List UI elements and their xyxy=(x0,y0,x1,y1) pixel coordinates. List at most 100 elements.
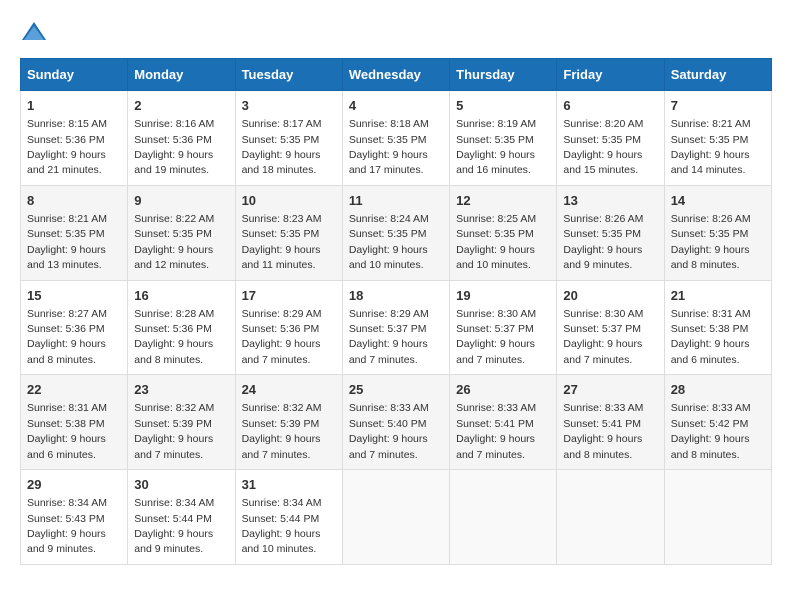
day-number: 1 xyxy=(27,97,121,115)
day-info: Sunrise: 8:21 AM Sunset: 5:35 PM Dayligh… xyxy=(27,213,107,271)
day-info: Sunrise: 8:26 AM Sunset: 5:35 PM Dayligh… xyxy=(671,213,751,271)
day-number: 16 xyxy=(134,287,228,305)
week-row-4: 22 Sunrise: 8:31 AM Sunset: 5:38 PM Dayli… xyxy=(21,375,772,470)
day-number: 17 xyxy=(242,287,336,305)
calendar-cell: 18 Sunrise: 8:29 AM Sunset: 5:37 PM Dayli… xyxy=(342,280,449,375)
day-info: Sunrise: 8:22 AM Sunset: 5:35 PM Dayligh… xyxy=(134,213,214,271)
day-number: 11 xyxy=(349,192,443,210)
day-number: 2 xyxy=(134,97,228,115)
week-row-2: 8 Sunrise: 8:21 AM Sunset: 5:35 PM Daylig… xyxy=(21,185,772,280)
day-number: 19 xyxy=(456,287,550,305)
day-info: Sunrise: 8:19 AM Sunset: 5:35 PM Dayligh… xyxy=(456,118,536,176)
day-number: 27 xyxy=(563,381,657,399)
calendar-cell: 15 Sunrise: 8:27 AM Sunset: 5:36 PM Dayli… xyxy=(21,280,128,375)
calendar-cell: 10 Sunrise: 8:23 AM Sunset: 5:35 PM Dayli… xyxy=(235,185,342,280)
day-number: 12 xyxy=(456,192,550,210)
day-number: 7 xyxy=(671,97,765,115)
calendar-cell: 21 Sunrise: 8:31 AM Sunset: 5:38 PM Dayli… xyxy=(664,280,771,375)
day-number: 25 xyxy=(349,381,443,399)
calendar-cell: 11 Sunrise: 8:24 AM Sunset: 5:35 PM Dayli… xyxy=(342,185,449,280)
day-number: 26 xyxy=(456,381,550,399)
calendar-cell: 5 Sunrise: 8:19 AM Sunset: 5:35 PM Daylig… xyxy=(450,91,557,186)
day-info: Sunrise: 8:30 AM Sunset: 5:37 PM Dayligh… xyxy=(563,308,643,366)
calendar-cell: 12 Sunrise: 8:25 AM Sunset: 5:35 PM Dayli… xyxy=(450,185,557,280)
day-info: Sunrise: 8:34 AM Sunset: 5:44 PM Dayligh… xyxy=(134,497,214,555)
day-info: Sunrise: 8:27 AM Sunset: 5:36 PM Dayligh… xyxy=(27,308,107,366)
day-number: 6 xyxy=(563,97,657,115)
calendar-body: 1 Sunrise: 8:15 AM Sunset: 5:36 PM Daylig… xyxy=(21,91,772,565)
header xyxy=(20,20,772,42)
day-info: Sunrise: 8:15 AM Sunset: 5:36 PM Dayligh… xyxy=(27,118,107,176)
calendar-cell xyxy=(557,470,664,565)
day-info: Sunrise: 8:33 AM Sunset: 5:41 PM Dayligh… xyxy=(563,402,643,460)
calendar-cell: 26 Sunrise: 8:33 AM Sunset: 5:41 PM Dayli… xyxy=(450,375,557,470)
day-info: Sunrise: 8:31 AM Sunset: 5:38 PM Dayligh… xyxy=(27,402,107,460)
day-info: Sunrise: 8:23 AM Sunset: 5:35 PM Dayligh… xyxy=(242,213,322,271)
day-info: Sunrise: 8:34 AM Sunset: 5:44 PM Dayligh… xyxy=(242,497,322,555)
calendar-cell: 16 Sunrise: 8:28 AM Sunset: 5:36 PM Dayli… xyxy=(128,280,235,375)
day-info: Sunrise: 8:20 AM Sunset: 5:35 PM Dayligh… xyxy=(563,118,643,176)
header-monday: Monday xyxy=(128,59,235,91)
calendar-cell: 7 Sunrise: 8:21 AM Sunset: 5:35 PM Daylig… xyxy=(664,91,771,186)
calendar-cell: 24 Sunrise: 8:32 AM Sunset: 5:39 PM Dayli… xyxy=(235,375,342,470)
week-row-1: 1 Sunrise: 8:15 AM Sunset: 5:36 PM Daylig… xyxy=(21,91,772,186)
logo-icon xyxy=(20,20,48,42)
day-number: 13 xyxy=(563,192,657,210)
header-thursday: Thursday xyxy=(450,59,557,91)
calendar-cell xyxy=(342,470,449,565)
calendar-cell: 14 Sunrise: 8:26 AM Sunset: 5:35 PM Dayli… xyxy=(664,185,771,280)
day-number: 10 xyxy=(242,192,336,210)
day-info: Sunrise: 8:21 AM Sunset: 5:35 PM Dayligh… xyxy=(671,118,751,176)
day-info: Sunrise: 8:24 AM Sunset: 5:35 PM Dayligh… xyxy=(349,213,429,271)
day-info: Sunrise: 8:28 AM Sunset: 5:36 PM Dayligh… xyxy=(134,308,214,366)
calendar-cell: 31Sunrise: 8:34 AM Sunset: 5:44 PM Dayli… xyxy=(235,470,342,565)
day-number: 22 xyxy=(27,381,121,399)
calendar-cell: 4Sunrise: 8:18 AM Sunset: 5:35 PM Daylig… xyxy=(342,91,449,186)
day-number: 21 xyxy=(671,287,765,305)
week-row-5: 29 Sunrise: 8:34 AM Sunset: 5:43 PM Dayli… xyxy=(21,470,772,565)
calendar-cell xyxy=(450,470,557,565)
day-info: Sunrise: 8:16 AM Sunset: 5:36 PM Dayligh… xyxy=(134,118,214,176)
header-saturday: Saturday xyxy=(664,59,771,91)
week-row-3: 15 Sunrise: 8:27 AM Sunset: 5:36 PM Dayli… xyxy=(21,280,772,375)
calendar-cell: 1 Sunrise: 8:15 AM Sunset: 5:36 PM Daylig… xyxy=(21,91,128,186)
day-number: 28 xyxy=(671,381,765,399)
day-info: Sunrise: 8:25 AM Sunset: 5:35 PM Dayligh… xyxy=(456,213,536,271)
day-number: 3 xyxy=(242,97,336,115)
day-info: Sunrise: 8:29 AM Sunset: 5:37 PM Dayligh… xyxy=(349,308,429,366)
day-number: 5 xyxy=(456,97,550,115)
day-info: Sunrise: 8:17 AM Sunset: 5:35 PM Dayligh… xyxy=(242,118,322,176)
calendar-cell: 6 Sunrise: 8:20 AM Sunset: 5:35 PM Daylig… xyxy=(557,91,664,186)
day-number: 29 xyxy=(27,476,121,494)
calendar-cell: 22 Sunrise: 8:31 AM Sunset: 5:38 PM Dayli… xyxy=(21,375,128,470)
day-number: 18 xyxy=(349,287,443,305)
day-info: Sunrise: 8:29 AM Sunset: 5:36 PM Dayligh… xyxy=(242,308,322,366)
day-info: Sunrise: 8:32 AM Sunset: 5:39 PM Dayligh… xyxy=(242,402,322,460)
calendar-cell: 9 Sunrise: 8:22 AM Sunset: 5:35 PM Daylig… xyxy=(128,185,235,280)
header-wednesday: Wednesday xyxy=(342,59,449,91)
header-sunday: Sunday xyxy=(21,59,128,91)
day-number: 14 xyxy=(671,192,765,210)
calendar-cell: 17 Sunrise: 8:29 AM Sunset: 5:36 PM Dayli… xyxy=(235,280,342,375)
calendar-cell: 30Sunrise: 8:34 AM Sunset: 5:44 PM Dayli… xyxy=(128,470,235,565)
day-info: Sunrise: 8:34 AM Sunset: 5:43 PM Dayligh… xyxy=(27,497,107,555)
day-number: 20 xyxy=(563,287,657,305)
calendar-cell: 2 Sunrise: 8:16 AM Sunset: 5:36 PM Daylig… xyxy=(128,91,235,186)
calendar-cell: 25Sunrise: 8:33 AM Sunset: 5:40 PM Dayli… xyxy=(342,375,449,470)
calendar-cell: 19Sunrise: 8:30 AM Sunset: 5:37 PM Dayli… xyxy=(450,280,557,375)
calendar-cell: 28Sunrise: 8:33 AM Sunset: 5:42 PM Dayli… xyxy=(664,375,771,470)
header-friday: Friday xyxy=(557,59,664,91)
day-info: Sunrise: 8:31 AM Sunset: 5:38 PM Dayligh… xyxy=(671,308,751,366)
calendar-cell: 3 Sunrise: 8:17 AM Sunset: 5:35 PM Daylig… xyxy=(235,91,342,186)
day-number: 24 xyxy=(242,381,336,399)
calendar-cell: 29 Sunrise: 8:34 AM Sunset: 5:43 PM Dayli… xyxy=(21,470,128,565)
day-info: Sunrise: 8:33 AM Sunset: 5:41 PM Dayligh… xyxy=(456,402,536,460)
day-info: Sunrise: 8:32 AM Sunset: 5:39 PM Dayligh… xyxy=(134,402,214,460)
day-number: 9 xyxy=(134,192,228,210)
calendar-cell: 20 Sunrise: 8:30 AM Sunset: 5:37 PM Dayli… xyxy=(557,280,664,375)
calendar-table: SundayMondayTuesdayWednesdayThursdayFrid… xyxy=(20,58,772,565)
calendar-cell: 27 Sunrise: 8:33 AM Sunset: 5:41 PM Dayli… xyxy=(557,375,664,470)
day-number: 15 xyxy=(27,287,121,305)
header-tuesday: Tuesday xyxy=(235,59,342,91)
day-number: 8 xyxy=(27,192,121,210)
